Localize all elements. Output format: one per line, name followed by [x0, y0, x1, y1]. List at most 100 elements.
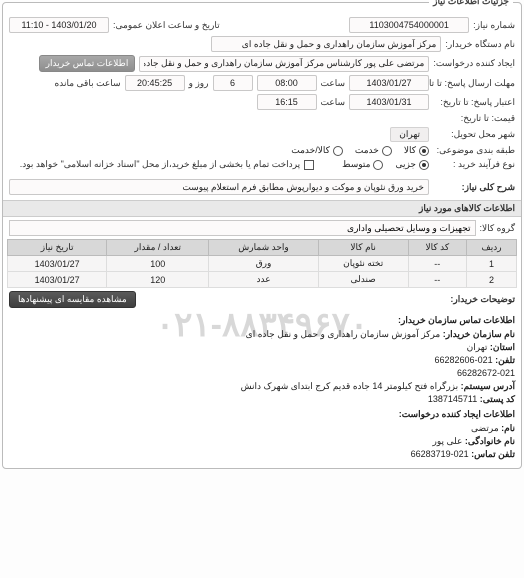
checkbox-treasury[interactable] [304, 160, 314, 170]
radio-service[interactable]: خدمت [355, 145, 392, 156]
label-price: قیمت: تا تاریخ: [433, 113, 515, 124]
radio-partial[interactable]: جزیی [395, 159, 429, 170]
cell-qty: 120 [107, 272, 209, 288]
radio-on-icon-2 [419, 160, 429, 170]
label-time-1: ساعت [321, 78, 346, 89]
panel-title: جزئیات اطلاعات نیاز [429, 0, 513, 7]
cell-unit: ورق [209, 256, 319, 272]
radio-goods-service-label: کالا/خدمت [291, 145, 330, 156]
label-general-desc: شرح کلی نیاز: [433, 182, 515, 193]
val-province: تهران [467, 342, 488, 352]
field-general-desc[interactable] [9, 179, 429, 195]
radio-off-icon-2 [333, 146, 343, 156]
section-items-header: اطلاعات کالاهای مورد نیاز [3, 200, 521, 217]
field-validity-time[interactable] [257, 94, 317, 110]
label-remaining: ساعت باقی مانده [55, 78, 121, 89]
table-header-row: ردیف کد کالا نام کالا واحد شمارش تعداد /… [8, 240, 517, 256]
label-deadline: مهلت ارسال پاسخ: تا تاریخ: [433, 78, 515, 89]
radio-goods[interactable]: کالا [404, 145, 429, 156]
details-panel: جزئیات اطلاعات نیاز شماره نیاز: تاریخ و … [2, 2, 522, 469]
line-province: استان: تهران [9, 341, 515, 354]
cell-idx: 1 [467, 256, 517, 272]
line-org-name: نام سازمان خریدار: مرکز آموزش سازمان راه… [9, 328, 515, 341]
radio-goods-service[interactable]: کالا/خدمت [291, 145, 343, 156]
form-area: شماره نیاز: تاریخ و ساعت اعلان عمومی: نا… [3, 13, 521, 200]
line-phone2: 66282672-021 [9, 367, 515, 380]
val-phone: 021-66282606 [435, 355, 493, 365]
label-buyer-desc: توضیحات خریدار: [450, 294, 515, 305]
label-buy-type: نوع فرآیند خرید : [433, 159, 515, 170]
line-req-family: نام خانوادگی: علی پور [9, 435, 515, 448]
table-row: 2 -- صندلی عدد 120 1403/01/27 [8, 272, 517, 288]
th-date: تاریخ نیاز [8, 240, 107, 256]
row-deadline: مهلت ارسال پاسخ: تا تاریخ: ساعت روز و سا… [9, 75, 515, 91]
radio-off-icon [382, 146, 392, 156]
th-name: نام کالا [318, 240, 408, 256]
row-req-no: شماره نیاز: تاریخ و ساعت اعلان عمومی: [9, 17, 515, 33]
line-req-name: نام: مرتضی [9, 422, 515, 435]
cell-unit: عدد [209, 272, 319, 288]
th-qty: تعداد / مقدار [107, 240, 209, 256]
cell-code: -- [408, 256, 466, 272]
line-postal: کد پستی: 1387145711 [9, 393, 515, 406]
radio-partial-label: جزیی [395, 159, 416, 170]
radio-medium-label: متوسط [342, 159, 370, 170]
row-pack-type: طبقه بندی موضوعی: کالا خدمت کالا/خدمت [9, 145, 515, 156]
lbl-org-name: نام سازمان خریدار: [443, 329, 515, 339]
row-city: شهر محل تحویل: تهران [9, 127, 515, 142]
lbl-req-name: نام: [501, 423, 515, 433]
label-city: شهر محل تحویل: [433, 129, 515, 140]
field-req-no[interactable] [349, 17, 469, 33]
field-deadline-date[interactable] [349, 75, 429, 91]
items-table: ردیف کد کالا نام کالا واحد شمارش تعداد /… [7, 239, 517, 288]
label-announce-dt: تاریخ و ساعت اعلان عمومی: [113, 20, 220, 31]
th-idx: ردیف [467, 240, 517, 256]
view-offers-button[interactable]: مشاهده مقایسه ای پیشنهادها [9, 291, 136, 308]
radio-medium[interactable]: متوسط [342, 159, 383, 170]
chip-city: تهران [390, 127, 429, 142]
row-buyer-desc: توضیحات خریدار: مشاهده مقایسه ای پیشنهاد… [3, 288, 521, 311]
field-announce-dt[interactable] [9, 17, 109, 33]
contact-header: اطلاعات تماس سازمان خریدار: [9, 314, 515, 327]
field-time-remain[interactable] [125, 75, 185, 91]
table-row: 1 -- تخته نئوپان ورق 100 1403/01/27 [8, 256, 517, 272]
cell-qty: 100 [107, 256, 209, 272]
val-req-family: علی پور [433, 436, 463, 446]
val-org-name: مرکز آموزش سازمان راهداری و حمل و نقل جا… [246, 329, 441, 339]
lbl-phone: تلفن: [495, 355, 515, 365]
label-validity: اعتبار پاسخ: تا تاریخ: [433, 97, 515, 108]
cell-code: -- [408, 272, 466, 288]
lbl-req-phone: تلفن تماس: [471, 449, 515, 459]
label-requester: ایجاد کننده درخواست: [433, 58, 515, 69]
field-deadline-time[interactable] [257, 75, 317, 91]
th-unit: واحد شمارش [209, 240, 319, 256]
req-contact-header: اطلاعات ایجاد کننده درخواست: [9, 408, 515, 421]
line-phone: تلفن: 021-66282606 [9, 354, 515, 367]
line-req-phone: تلفن تماس: 021-66283719 [9, 448, 515, 461]
label-buyer-org: نام دستگاه خریدار: [445, 39, 515, 50]
val-address: بزرگراه فتح کیلومتر 14 جاده قدیم کرج ابت… [241, 381, 459, 391]
field-validity-date[interactable] [349, 94, 429, 110]
field-requester[interactable] [139, 56, 429, 72]
label-buy-note: پرداخت تمام یا بخشی از مبلغ خرید،از محل … [20, 159, 300, 170]
val-req-phone: 021-66283719 [411, 449, 469, 459]
label-req-no: شماره نیاز: [473, 20, 515, 31]
row-group: گروه کالا: [3, 217, 521, 239]
lbl-province: استان: [490, 342, 515, 352]
lbl-address: آدرس سیستم: [461, 381, 515, 391]
buyer-contact-button[interactable]: اطلاعات تماس خریدار [39, 55, 136, 72]
row-validity: اعتبار پاسخ: تا تاریخ: ساعت [9, 94, 515, 110]
field-group[interactable] [9, 220, 476, 236]
contact-block: اطلاعات تماس سازمان خریدار: نام سازمان خ… [3, 311, 521, 468]
field-days-remain[interactable] [213, 75, 253, 91]
th-code: کد کالا [408, 240, 466, 256]
lbl-req-family: نام خانوادگی: [465, 436, 515, 446]
row-general-desc: شرح کلی نیاز: [9, 179, 515, 195]
lbl-postal: کد پستی: [480, 394, 515, 404]
field-buyer-org[interactable] [211, 36, 441, 52]
contact-wrap: ۰۲۱-۸۸۳۴۹۶۷۰ اطلاعات تماس سازمان خریدار:… [3, 311, 521, 468]
label-pack-type: طبقه بندی موضوعی: [433, 145, 515, 156]
cell-name: تخته نئوپان [318, 256, 408, 272]
cell-name: صندلی [318, 272, 408, 288]
row-buy-type: نوع فرآیند خرید : جزیی متوسط پرداخت تمام… [9, 159, 515, 170]
